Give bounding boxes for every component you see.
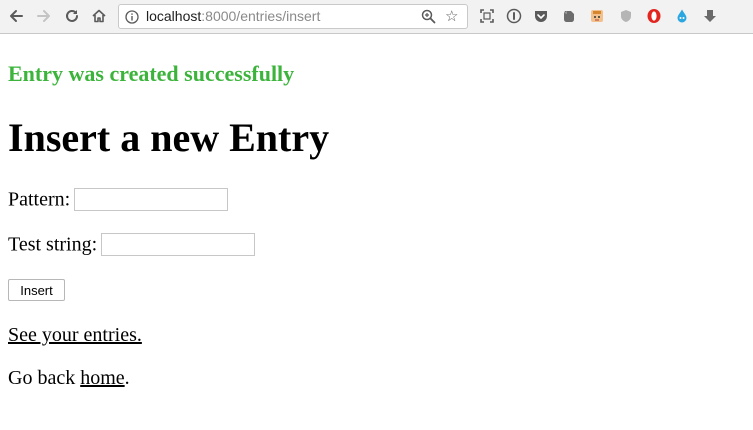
browser-toolbar: localhost:8000/entries/insert ☆ (0, 0, 753, 34)
pocket-icon[interactable] (532, 7, 550, 25)
page-title: Insert a new Entry (8, 115, 330, 160)
drop-icon[interactable] (673, 7, 691, 25)
face-extension-icon[interactable] (588, 7, 606, 25)
info-icon[interactable] (125, 10, 139, 24)
url-host: localhost (146, 8, 202, 24)
arrow-right-icon (37, 10, 50, 22)
star-icon[interactable]: ☆ (445, 8, 458, 25)
download-icon[interactable] (701, 7, 719, 25)
home-link[interactable]: home (80, 367, 124, 389)
see-entries-row: See your entries. (8, 323, 142, 347)
arrow-left-icon (10, 10, 23, 22)
shield-icon[interactable] (617, 7, 635, 25)
zoom-icon[interactable] (421, 9, 436, 24)
test-string-row: Test string: (8, 231, 256, 256)
screenshot-icon[interactable] (478, 7, 496, 25)
evernote-icon[interactable] (560, 7, 578, 25)
home-button[interactable] (89, 6, 109, 26)
opera-icon[interactable] (645, 7, 663, 25)
back-button[interactable] (6, 6, 26, 26)
flash-success-message: Entry was created successfully (8, 61, 295, 86)
go-back-suffix: . (124, 367, 130, 389)
go-back-prefix: Go back (8, 367, 81, 389)
password-icon[interactable] (505, 7, 523, 25)
see-entries-link[interactable]: See your entries. (8, 324, 142, 346)
forward-button[interactable] (34, 6, 54, 26)
address-bar[interactable]: localhost:8000/entries/insert ☆ (118, 4, 468, 29)
pattern-row: Pattern: (8, 186, 229, 211)
insert-button[interactable]: Insert (8, 279, 65, 301)
url-text: localhost:8000/entries/insert (146, 8, 320, 25)
reload-button[interactable] (62, 6, 82, 26)
test-string-label: Test string: (8, 233, 98, 256)
go-back-row: Go back home. (8, 366, 130, 390)
home-icon (92, 9, 106, 23)
reload-icon (66, 9, 78, 22)
test-string-input[interactable] (101, 232, 256, 256)
pattern-label: Pattern: (8, 188, 71, 211)
pattern-input[interactable] (74, 187, 229, 211)
url-path: :8000/entries/insert (201, 8, 321, 24)
page-content: Entry was created successfully Insert a … (0, 35, 753, 430)
